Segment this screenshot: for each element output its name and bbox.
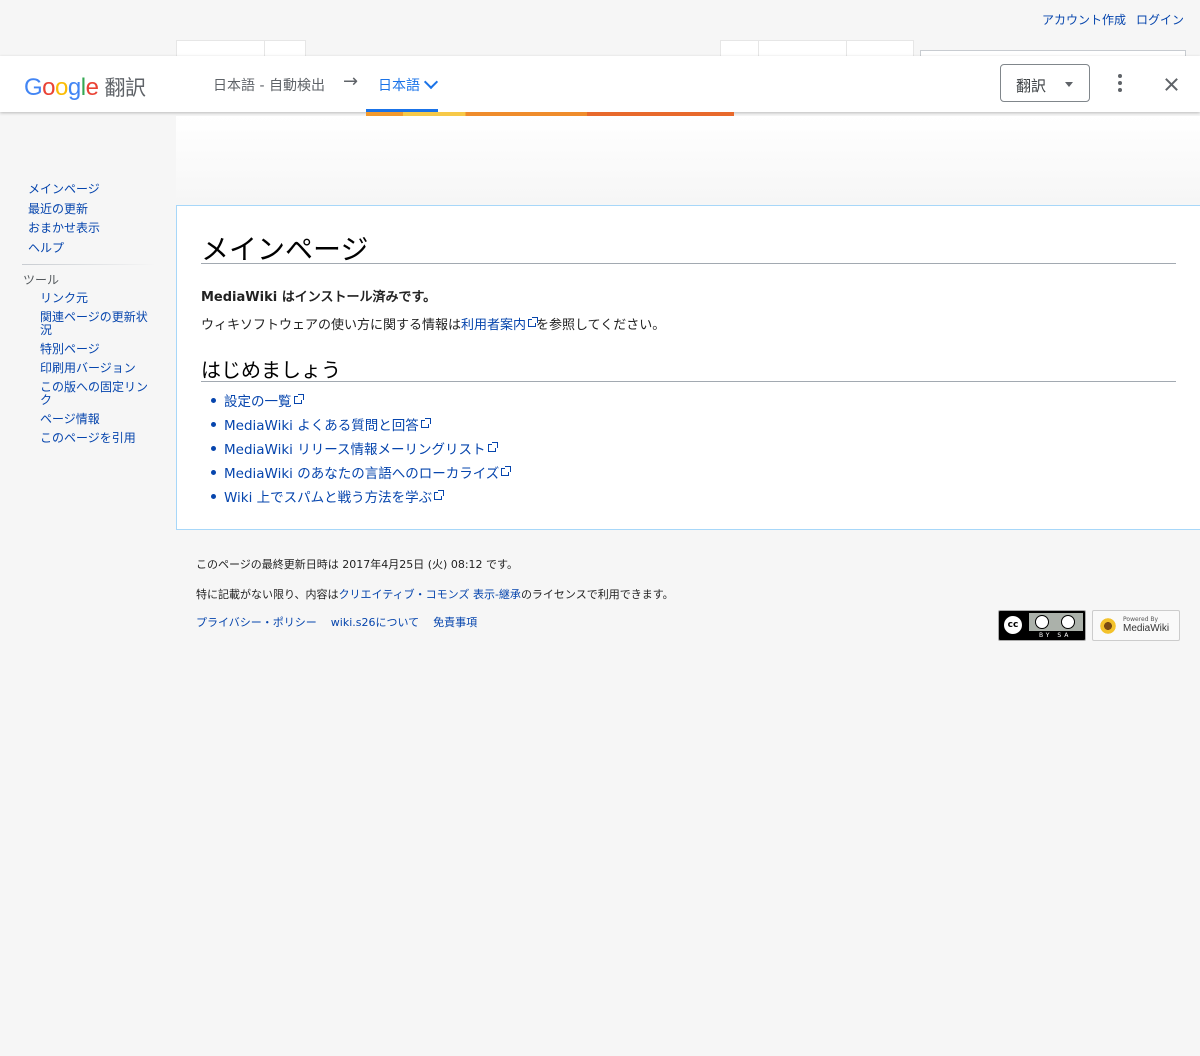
combat-spam-link[interactable]: Wiki 上でスパムと戦う方法を学ぶ (224, 490, 445, 506)
main-content: メインページ MediaWiki はインストール済みです。 ウィキソフトウェアの… (176, 205, 1200, 530)
mailing-list-link[interactable]: MediaWiki リリース情報メーリングリスト (224, 442, 498, 458)
sidebar-item-special-pages[interactable]: 特別ページ (40, 342, 100, 356)
sidebar-tools: リンク元 関連ページの更新状況 特別ページ 印刷用バージョン この版への固定リン… (0, 292, 152, 445)
cc-by-sa-badge[interactable]: cc BY SA (998, 610, 1086, 641)
external-link-icon (420, 418, 431, 428)
page-title: メインページ (201, 233, 369, 266)
tools-heading: ツール (23, 273, 60, 287)
collapse-icon[interactable] (1162, 73, 1182, 96)
caret-down-icon (1065, 82, 1073, 87)
source-language[interactable]: 日本語 - 自動検出 (213, 75, 325, 95)
arrow-right-icon: → (343, 71, 359, 92)
sidebar-item-main-page[interactable]: メインページ (28, 182, 100, 196)
bullet-icon (211, 398, 216, 403)
cc-by-label: BY SA (1039, 632, 1072, 639)
sidebar-item-permalink[interactable]: この版への固定リンク (40, 380, 148, 407)
sidebar-navigation: メインページ 最近の更新 おまかせ表示 ヘルプ (0, 180, 170, 258)
external-link-icon (434, 490, 445, 500)
translate-logo-label: 翻訳 (104, 76, 146, 100)
footer-links: プライバシー・ポリシー wiki.s26について 免責事項 (196, 614, 491, 630)
target-language[interactable]: 日本語 (378, 75, 420, 95)
about-link[interactable]: wiki.s26について (331, 616, 419, 629)
license-link[interactable]: クリエイティブ・コモンズ 表示-継承 (339, 588, 521, 601)
login-link[interactable]: ログイン (1136, 13, 1184, 27)
user-guide-link[interactable]: 利用者案内 (461, 317, 539, 333)
section-heading: はじめましょう (201, 358, 341, 382)
external-link-icon (528, 317, 539, 327)
last-modified: このページの最終更新日時は 2017年4月25日 (火) 08:12 です。 (196, 558, 518, 571)
external-link-icon (501, 466, 512, 476)
config-settings-link[interactable]: 設定の一覧 (224, 394, 304, 410)
powered-by-mediawiki-badge[interactable]: Powered By MediaWiki (1092, 610, 1180, 641)
cc-attribution-icons (1029, 613, 1083, 631)
mediawiki-sunflower-icon (1099, 617, 1117, 635)
bullet-icon (211, 470, 216, 475)
list-item: Wiki 上でスパムと戦う方法を学ぶ (211, 486, 509, 510)
sidebar: メインページ 最近の更新 おまかせ表示 ヘルプ ツール リンク元 関連ページの更… (0, 180, 170, 451)
section-divider (201, 381, 1176, 382)
privacy-policy-link[interactable]: プライバシー・ポリシー (196, 616, 317, 629)
sidebar-item-page-info[interactable]: ページ情報 (40, 412, 100, 426)
list-item: MediaWiki よくある質問と回答 (211, 414, 509, 438)
list-item: MediaWiki のあなたの言語へのローカライズ (211, 462, 512, 486)
sidebar-item-whatlinkshere[interactable]: リンク元 (40, 291, 88, 305)
intro-suffix: を参照してください。 (536, 318, 666, 333)
external-link-icon (487, 442, 498, 452)
sidebar-divider (22, 264, 156, 265)
chevron-down-icon[interactable] (423, 74, 439, 90)
cc-icon: cc (1002, 614, 1024, 636)
google-translate-logo: Google 翻訳 (24, 74, 146, 101)
more-options-icon[interactable] (1114, 74, 1126, 94)
intro-text: ウィキソフトウェアの使い方に関する情報は利用者案内 を参照してください。 (201, 314, 665, 333)
sidebar-item-cite[interactable]: このページを引用 (40, 431, 136, 445)
header-fade (176, 116, 1200, 204)
disclaimer-link[interactable]: 免責事項 (433, 616, 477, 629)
translate-button-label: 翻訳 (1016, 77, 1047, 95)
footer: このページの最終更新日時は 2017年4月25日 (火) 08:12 です。 特… (196, 556, 674, 616)
google-translate-bar: Google 翻訳 日本語 - 自動検出 → 日本語 翻訳 (0, 56, 1200, 112)
external-link-icon (293, 394, 304, 404)
list-item: MediaWiki リリース情報メーリングリスト (211, 438, 509, 462)
sidebar-item-recent-changes[interactable]: 最近の更新 (28, 202, 88, 216)
translate-button[interactable]: 翻訳 (1000, 64, 1090, 102)
sidebar-item-random-page[interactable]: おまかせ表示 (28, 221, 100, 235)
bullet-icon (211, 494, 216, 499)
bullet-icon (211, 422, 216, 427)
title-divider (201, 263, 1176, 264)
license-text: 特に記載がない限り、内容はクリエイティブ・コモンズ 表示-継承のライセンスで利用… (196, 588, 674, 601)
personal-tools: アカウント作成 ログイン (1032, 11, 1184, 28)
intro-prefix: ウィキソフトウェアの使い方に関する情報は (201, 318, 462, 333)
powered-by-label: Powered By (1123, 616, 1159, 623)
sidebar-item-related-changes[interactable]: 関連ページの更新状況 (40, 310, 148, 337)
installed-message: MediaWiki はインストール済みです。 (201, 290, 437, 305)
sidebar-item-printable[interactable]: 印刷用バージョン (40, 361, 136, 375)
getting-started-list: 設定の一覧 MediaWiki よくある質問と回答 MediaWiki リリース… (211, 390, 512, 510)
bullet-icon (211, 446, 216, 451)
mediawiki-label: MediaWiki (1123, 623, 1170, 634)
faq-link[interactable]: MediaWiki よくある質問と回答 (224, 418, 431, 434)
create-account-link[interactable]: アカウント作成 (1042, 13, 1126, 27)
localisation-link[interactable]: MediaWiki のあなたの言語へのローカライズ (224, 466, 512, 482)
sidebar-item-help[interactable]: ヘルプ (28, 241, 64, 255)
list-item: 設定の一覧 (211, 390, 509, 414)
